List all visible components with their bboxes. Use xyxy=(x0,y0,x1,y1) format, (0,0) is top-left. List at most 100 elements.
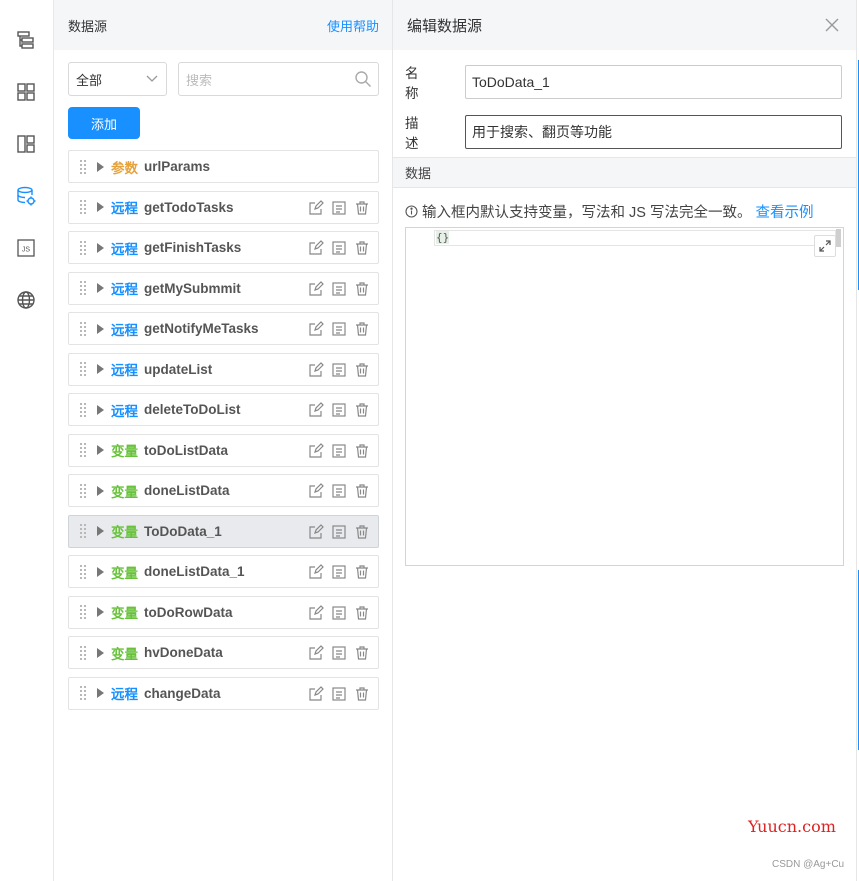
data-source-icon[interactable] xyxy=(13,183,39,209)
expand-button[interactable] xyxy=(814,235,836,257)
datasource-item[interactable]: 变量 hvDoneData xyxy=(68,636,379,669)
delete-icon[interactable] xyxy=(353,482,371,500)
copy-icon[interactable] xyxy=(330,361,348,379)
drag-handle-icon[interactable] xyxy=(80,645,88,661)
datasource-item[interactable]: 远程 getNotifyMeTasks xyxy=(68,312,379,345)
datasource-item[interactable]: 变量 doneListData xyxy=(68,474,379,507)
datasource-item[interactable]: 变量 toDoListData xyxy=(68,433,379,467)
delete-icon[interactable] xyxy=(353,604,371,622)
code-editor[interactable]: {} xyxy=(405,227,844,566)
description-field[interactable]: 用于搜索、翻页等功能 xyxy=(465,115,842,149)
copy-icon[interactable] xyxy=(330,685,348,703)
outline-tree-icon[interactable] xyxy=(13,27,39,53)
delete-icon[interactable] xyxy=(353,280,371,298)
expand-arrow-icon[interactable] xyxy=(97,323,104,334)
view-example-link[interactable]: 查看示例 xyxy=(755,201,813,222)
drag-handle-icon[interactable] xyxy=(80,280,88,296)
datasource-item[interactable]: 远程 changeData xyxy=(68,676,379,710)
datasource-item[interactable]: 远程 getFinishTasks xyxy=(68,231,379,264)
copy-icon[interactable] xyxy=(330,644,348,662)
delete-icon[interactable] xyxy=(353,685,371,703)
expand-arrow-icon[interactable] xyxy=(97,445,104,455)
copy-icon[interactable] xyxy=(330,563,348,581)
delete-icon[interactable] xyxy=(353,320,371,338)
edit-icon[interactable] xyxy=(307,523,325,541)
components-grid-icon[interactable] xyxy=(13,79,39,105)
expand-arrow-icon[interactable] xyxy=(97,283,104,293)
search-icon[interactable] xyxy=(354,70,372,88)
copy-icon[interactable] xyxy=(330,199,348,217)
drag-handle-icon[interactable] xyxy=(80,685,88,701)
copy-icon[interactable] xyxy=(330,604,348,622)
expand-arrow-icon[interactable] xyxy=(97,364,104,374)
drag-handle-icon[interactable] xyxy=(80,321,88,337)
delete-icon[interactable] xyxy=(353,239,371,257)
info-icon xyxy=(405,205,418,218)
delete-icon[interactable] xyxy=(353,199,371,217)
edit-icon[interactable] xyxy=(307,563,325,581)
globe-icon[interactable] xyxy=(13,287,39,313)
js-code-icon[interactable]: JS xyxy=(13,235,39,261)
drag-handle-icon[interactable] xyxy=(80,523,88,539)
edit-icon[interactable] xyxy=(307,401,325,419)
datasource-item[interactable]: 变量 toDoRowData xyxy=(68,595,379,629)
expand-arrow-icon[interactable] xyxy=(97,202,104,212)
expand-arrow-icon[interactable] xyxy=(97,404,104,415)
delete-icon[interactable] xyxy=(353,442,371,460)
edit-icon[interactable] xyxy=(307,199,325,217)
datasource-item[interactable]: 远程 updateList xyxy=(68,352,379,386)
datasource-item[interactable]: 远程 deleteToDoList xyxy=(68,393,379,426)
expand-arrow-icon[interactable] xyxy=(97,647,104,658)
edit-icon[interactable] xyxy=(307,685,325,703)
datasource-item[interactable]: 远程 getTodoTasks xyxy=(68,190,379,224)
copy-icon[interactable] xyxy=(330,523,348,541)
copy-icon[interactable] xyxy=(330,280,348,298)
search-input[interactable]: 搜索 xyxy=(178,62,379,96)
layout-icon[interactable] xyxy=(13,131,39,157)
close-icon[interactable] xyxy=(824,17,840,33)
edit-icon[interactable] xyxy=(307,361,325,379)
expand-arrow-icon[interactable] xyxy=(97,688,104,698)
edit-icon[interactable] xyxy=(307,644,325,662)
expand-arrow-icon[interactable] xyxy=(97,526,104,536)
delete-icon[interactable] xyxy=(353,361,371,379)
name-field[interactable]: ToDoData_1 xyxy=(465,65,842,99)
drag-handle-icon[interactable] xyxy=(80,199,88,215)
delete-icon[interactable] xyxy=(353,523,371,541)
expand-arrow-icon[interactable] xyxy=(97,566,104,577)
expand-arrow-icon[interactable] xyxy=(97,485,104,496)
drag-handle-icon[interactable] xyxy=(80,564,88,580)
drag-handle-icon[interactable] xyxy=(80,483,88,499)
copy-icon[interactable] xyxy=(330,482,348,500)
edit-icon[interactable] xyxy=(307,320,325,338)
edit-icon[interactable] xyxy=(307,280,325,298)
datasource-item[interactable]: 变量 doneListData_1 xyxy=(68,555,379,588)
delete-icon[interactable] xyxy=(353,644,371,662)
expand-arrow-icon[interactable] xyxy=(97,607,104,617)
datasource-item[interactable]: 远程 getMySubmmit xyxy=(68,271,379,305)
drag-handle-icon[interactable] xyxy=(80,402,88,418)
copy-icon[interactable] xyxy=(330,239,348,257)
expand-arrow-icon[interactable] xyxy=(97,161,104,172)
edit-icon[interactable] xyxy=(307,239,325,257)
delete-icon[interactable] xyxy=(353,563,371,581)
delete-icon[interactable] xyxy=(353,401,371,419)
datasource-item[interactable]: 变量 ToDoData_1 xyxy=(68,514,379,548)
drag-handle-icon[interactable] xyxy=(80,159,88,175)
edit-icon[interactable] xyxy=(307,442,325,460)
help-link[interactable]: 使用帮助 xyxy=(327,16,379,35)
drag-handle-icon[interactable] xyxy=(80,442,88,458)
datasource-item[interactable]: 参数 urlParams xyxy=(68,150,379,183)
drag-handle-icon[interactable] xyxy=(80,240,88,256)
edit-icon[interactable] xyxy=(307,482,325,500)
add-button[interactable]: 添加 xyxy=(68,107,140,139)
type-filter-select[interactable]: 全部 xyxy=(68,62,167,96)
copy-icon[interactable] xyxy=(330,442,348,460)
code-scrollbar[interactable] xyxy=(836,229,841,247)
copy-icon[interactable] xyxy=(330,401,348,419)
drag-handle-icon[interactable] xyxy=(80,361,88,377)
copy-icon[interactable] xyxy=(330,320,348,338)
edit-icon[interactable] xyxy=(307,604,325,622)
drag-handle-icon[interactable] xyxy=(80,604,88,620)
expand-arrow-icon[interactable] xyxy=(97,242,104,253)
